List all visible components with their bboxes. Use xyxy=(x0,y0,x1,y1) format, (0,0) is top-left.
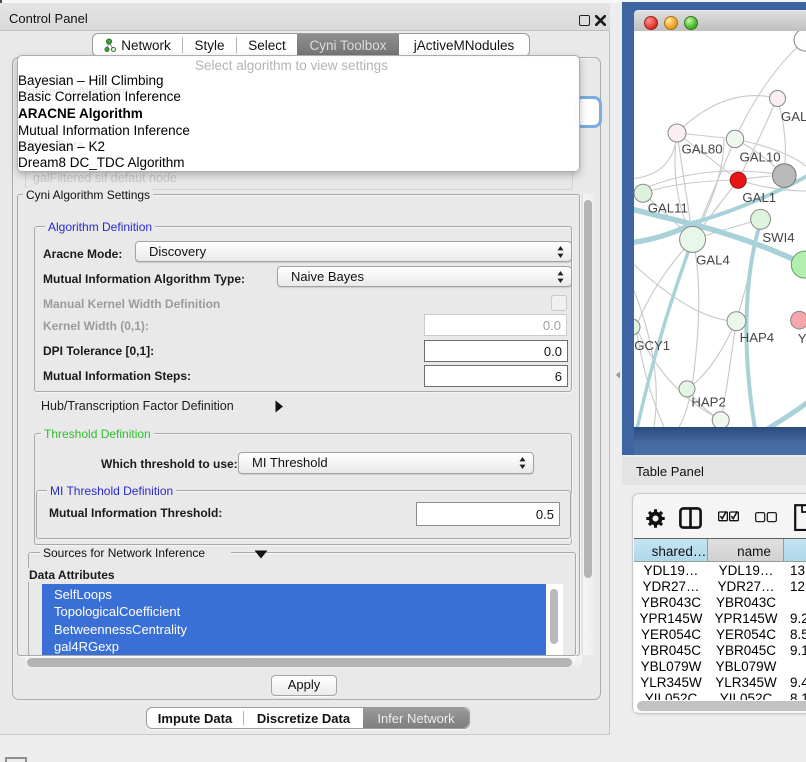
svg-text:HAP4: HAP4 xyxy=(740,330,774,345)
svg-text:GAL10: GAL10 xyxy=(739,150,780,165)
svg-text:GAL1: GAL1 xyxy=(742,190,776,205)
svg-text:GCY1: GCY1 xyxy=(634,338,670,353)
svg-text:YJ: YJ xyxy=(798,331,806,346)
svg-text:GAL80: GAL80 xyxy=(681,142,722,157)
svg-text:GAL11: GAL11 xyxy=(648,201,688,216)
svg-text:HAP2: HAP2 xyxy=(691,395,725,410)
svg-text:GAL4: GAL4 xyxy=(696,253,730,268)
svg-text:GAL7: GAL7 xyxy=(781,109,806,124)
svg-text:SWI4: SWI4 xyxy=(762,230,794,245)
